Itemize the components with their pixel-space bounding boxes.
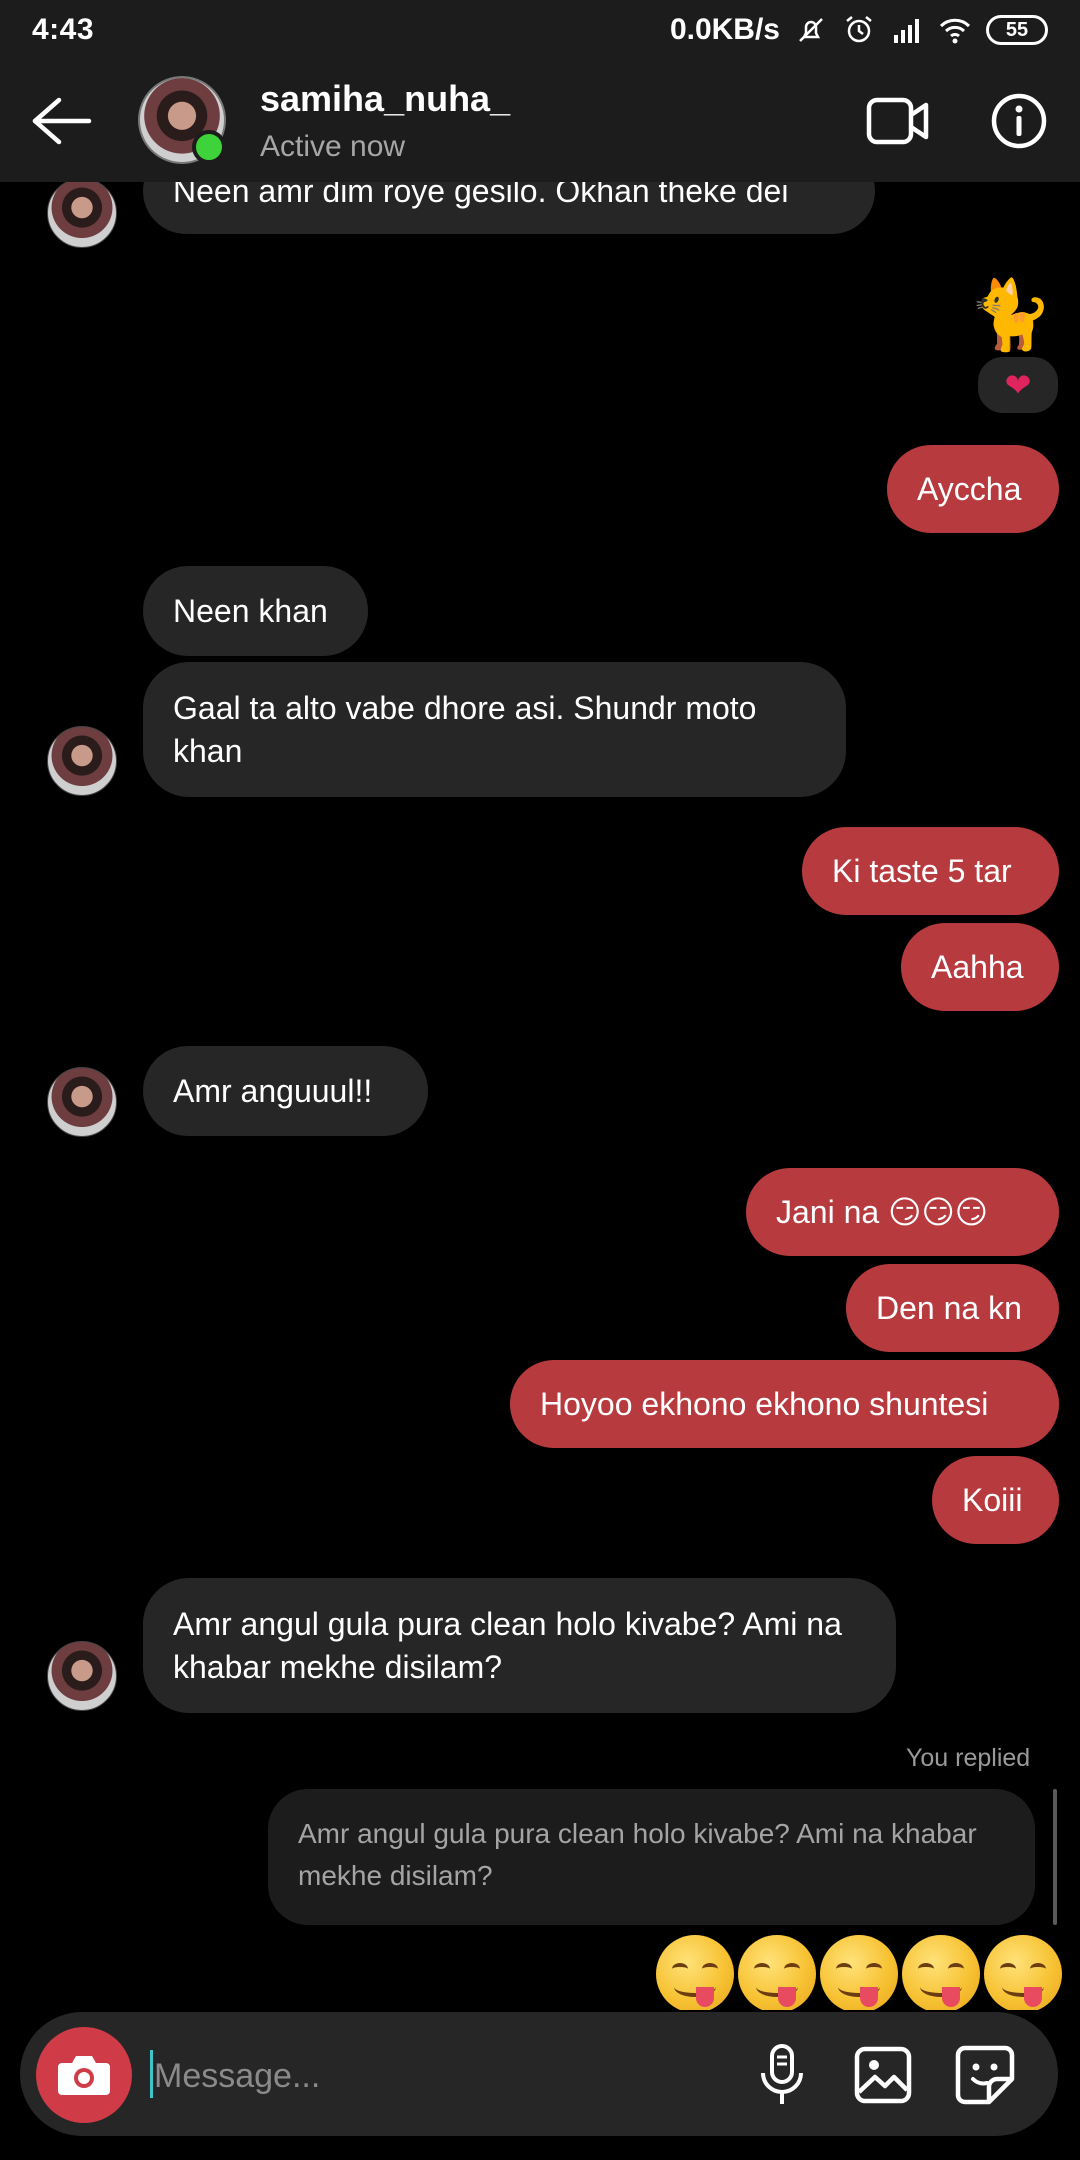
sender-avatar[interactable]: [47, 182, 117, 248]
conversation-header: samiha_nuha_ Active now: [0, 60, 1080, 182]
alarm-icon: [846, 16, 872, 43]
info-icon[interactable]: [990, 92, 1048, 150]
camera-icon: [58, 2056, 110, 2095]
mute-icon: [799, 18, 823, 42]
back-arrow-icon: [32, 97, 92, 145]
gallery-button[interactable]: [848, 2040, 918, 2110]
outgoing-message[interactable]: Ki taste 5 tar: [802, 827, 1059, 915]
sender-avatar[interactable]: [47, 1067, 117, 1137]
status-bar: 4:43 0.0KB/s 55: [0, 0, 1080, 60]
sender-avatar[interactable]: [47, 726, 117, 796]
sender-avatar[interactable]: [47, 1641, 117, 1711]
message-input[interactable]: [152, 2040, 716, 2112]
video-call-icon[interactable]: [866, 94, 930, 148]
status-time: 4:43: [32, 13, 95, 46]
outgoing-message[interactable]: Den na kn: [846, 1264, 1059, 1352]
active-status-dot: [192, 130, 226, 164]
incoming-message[interactable]: Neen khan: [143, 566, 368, 656]
reply-quote-bar: [1053, 1789, 1057, 1925]
face-savoring-food-emoji: [656, 1935, 734, 2012]
face-savoring-food-emoji: [738, 1935, 816, 2012]
face-savoring-food-emoji: [820, 1935, 898, 2012]
reply-quote[interactable]: Amr angul gula pura clean holo kivabe? A…: [268, 1789, 1035, 1925]
face-savoring-food-emoji: [902, 1935, 980, 2012]
outgoing-message[interactable]: Jani na 😏😏😏: [746, 1168, 1059, 1256]
outgoing-message[interactable]: Hoyoo ekhono ekhono shuntesi: [510, 1360, 1059, 1448]
contact-status: Active now: [260, 130, 406, 163]
sticker-icon: [955, 2045, 1015, 2105]
sticker-button[interactable]: [950, 2040, 1020, 2110]
reply-label: You replied: [906, 1744, 1031, 1772]
face-savoring-food-emoji: [984, 1935, 1062, 2012]
heart-reaction[interactable]: ❤: [975, 354, 1061, 416]
outgoing-message[interactable]: Ayccha: [887, 445, 1059, 533]
outgoing-message[interactable]: Aahha: [901, 923, 1059, 1011]
network-speed: 0.0KB/s: [669, 13, 780, 46]
contact-name[interactable]: samiha_nuha_: [260, 78, 510, 120]
outgoing-message[interactable]: Koiii: [932, 1456, 1059, 1544]
incoming-message[interactable]: Amr angul gula pura clean holo kivabe? A…: [143, 1578, 896, 1713]
camera-button[interactable]: [36, 2027, 132, 2123]
back-button[interactable]: [26, 88, 96, 154]
battery-icon: 55: [986, 15, 1048, 45]
cat-sticker[interactable]: 🐈: [968, 282, 1053, 350]
wifi-icon: [939, 18, 971, 44]
status-icons: 0.0KB/s 55: [670, 13, 1048, 47]
incoming-message[interactable]: Neen amr dim roye gesilo. Okhan theke de…: [143, 182, 875, 234]
emoji-reply-message[interactable]: [656, 1935, 1062, 2012]
gallery-icon: [854, 2046, 912, 2104]
incoming-message[interactable]: Gaal ta alto vabe dhore asi. Shundr moto…: [143, 662, 846, 797]
microphone-button[interactable]: [747, 2040, 817, 2110]
microphone-icon: [761, 2044, 803, 2104]
message-thread[interactable]: Neen amr dim roye gesilo. Okhan theke de…: [0, 182, 1080, 2012]
incoming-message[interactable]: Amr anguuul!!: [143, 1046, 428, 1136]
signal-icon: [894, 19, 919, 43]
